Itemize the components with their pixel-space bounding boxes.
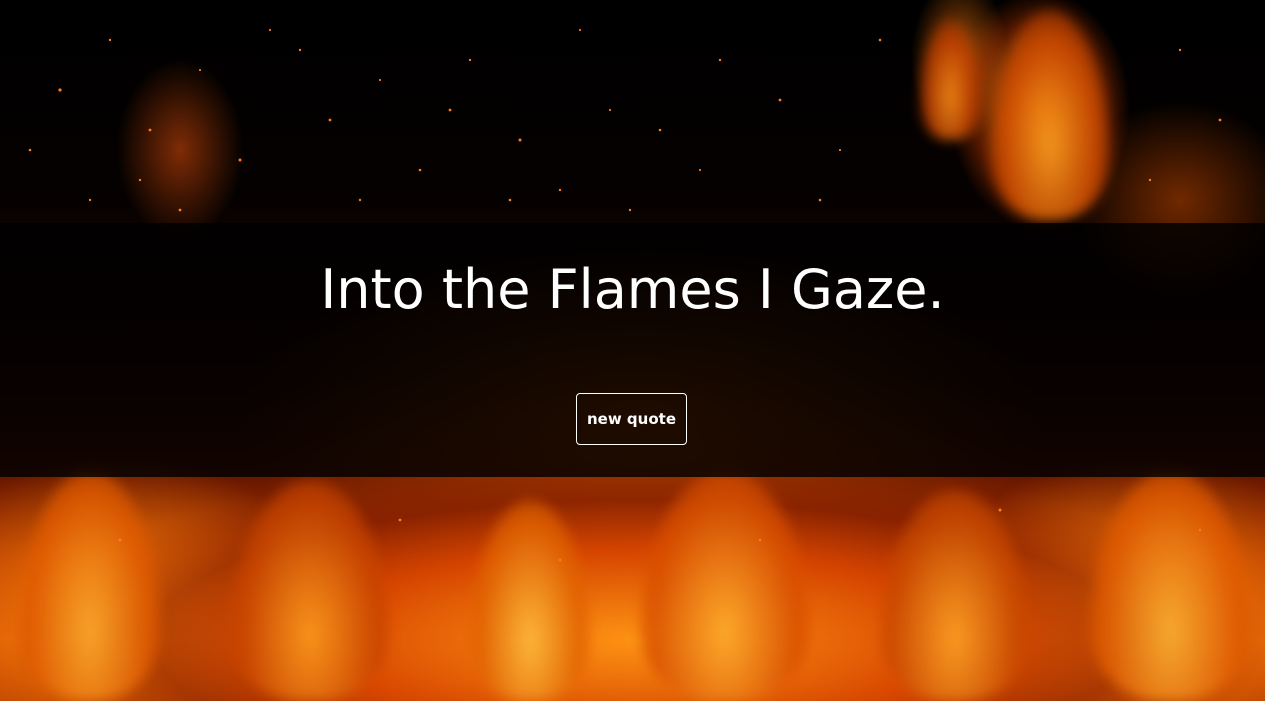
quote-text: Into the Flames I Gaze. <box>320 258 945 321</box>
new-quote-button[interactable]: new quote <box>576 393 687 445</box>
page: Into the Flames I Gaze. new quote <box>0 0 1265 701</box>
